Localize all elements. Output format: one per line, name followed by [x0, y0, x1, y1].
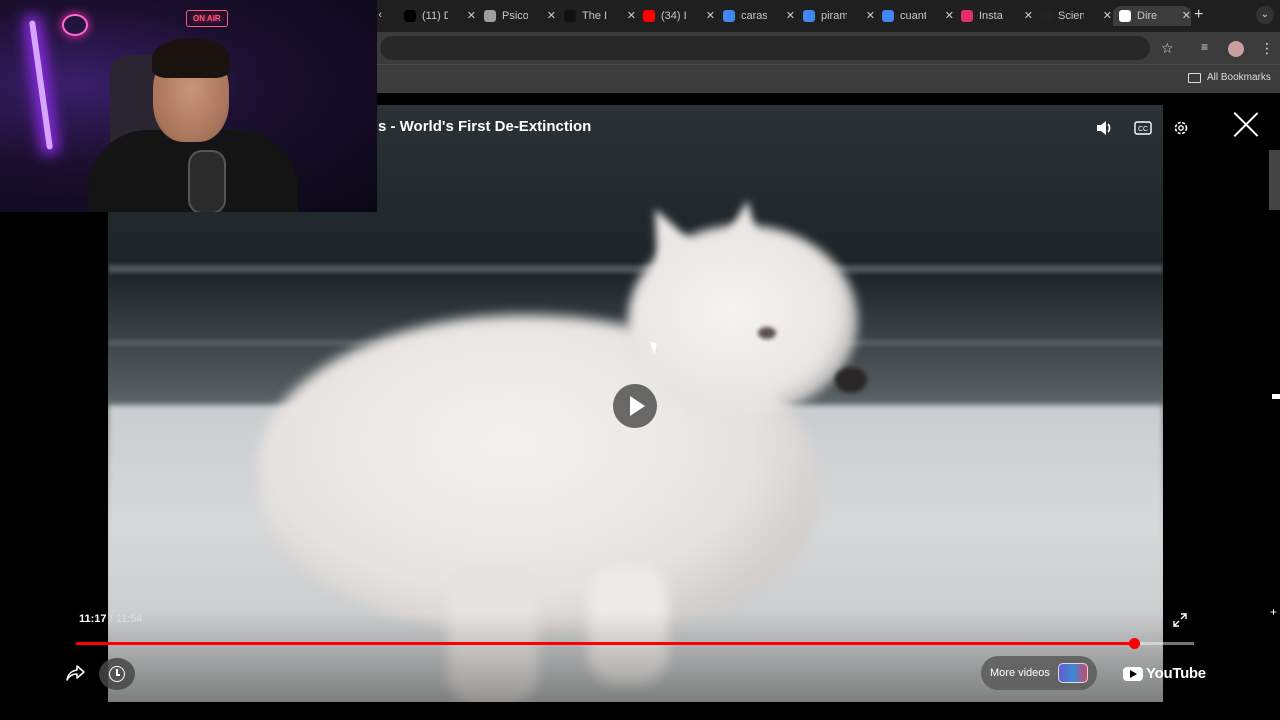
bookmark-star-icon[interactable]: ☆ — [1161, 40, 1174, 57]
profile-avatar-icon[interactable] — [1228, 41, 1244, 57]
google-icon — [882, 10, 894, 22]
x-icon — [404, 10, 416, 22]
youtube-wordmark: YouTube — [1146, 665, 1206, 682]
close-tab-icon[interactable]: ✕ — [1024, 9, 1033, 22]
fullscreen-button[interactable] — [1172, 612, 1190, 630]
edge-marker — [1272, 394, 1280, 399]
tab-title: Psico — [502, 10, 528, 22]
youtube-icon — [643, 10, 655, 22]
microphone-icon — [188, 150, 226, 212]
clock-icon — [109, 666, 125, 682]
tab-title: piram — [821, 10, 847, 22]
browser-tab[interactable]: caras ✕ — [717, 6, 795, 26]
time-display: 11:17 / 11:54 — [79, 613, 142, 625]
current-time: 11:17 — [79, 613, 107, 625]
folder-icon — [1188, 72, 1201, 83]
science-icon — [1040, 10, 1052, 22]
all-bookmarks-button[interactable]: All Bookmarks — [1188, 72, 1271, 83]
browser-tab[interactable]: The I ✕ — [558, 6, 636, 26]
svg-text:CC: CC — [1138, 126, 1148, 133]
globe-icon — [484, 10, 496, 22]
site-icon — [1119, 10, 1131, 22]
watch-later-button[interactable] — [99, 658, 135, 690]
tab-title: (34) I — [661, 10, 687, 22]
close-tab-icon[interactable]: ✕ — [706, 9, 715, 22]
tiktok-icon — [564, 10, 576, 22]
neon-light-strip — [28, 20, 54, 150]
browser-menu-icon[interactable]: ⋮ — [1260, 40, 1274, 57]
edge-plus-icon: + — [1270, 605, 1278, 619]
duration: 11:54 — [115, 613, 143, 625]
close-tab-icon[interactable]: ✕ — [547, 9, 556, 22]
play-button[interactable] — [613, 384, 657, 428]
volume-icon — [1097, 121, 1111, 135]
tab-title: (11) D — [422, 10, 448, 22]
tab-title: Scien — [1058, 10, 1084, 22]
close-tab-icon[interactable]: ✕ — [786, 9, 795, 22]
tab-title: Insta — [979, 10, 1003, 22]
browser-tab[interactable]: (34) I ✕ — [637, 6, 715, 26]
share-button[interactable] — [66, 664, 88, 684]
close-player-button[interactable] — [1232, 110, 1260, 138]
close-tab-icon[interactable]: ✕ — [627, 9, 636, 22]
omnibox-input[interactable] — [380, 36, 1150, 60]
google-icon — [723, 10, 735, 22]
youtube-play-icon — [1123, 666, 1143, 681]
closed-captions-icon: CC — [1134, 121, 1152, 135]
close-tab-icon[interactable]: ✕ — [945, 9, 954, 22]
more-videos-label: More videos — [990, 667, 1050, 679]
person-hair — [152, 38, 230, 78]
browser-tab[interactable]: (11) D ✕ — [398, 6, 476, 26]
more-videos-thumbnail — [1057, 663, 1088, 683]
close-tab-icon[interactable]: ✕ — [1103, 9, 1112, 22]
gear-icon — [1174, 121, 1188, 135]
scrubber-knob[interactable] — [1128, 638, 1140, 649]
video-title: s - World's First De-Extinction — [378, 118, 592, 135]
tab-title: Dire — [1137, 10, 1158, 22]
tab-title: The I — [582, 10, 608, 22]
browser-tab[interactable]: Insta ✕ — [955, 6, 1033, 26]
close-icon[interactable]: ‹ — [378, 9, 382, 21]
captions-button[interactable]: CC — [1133, 118, 1153, 138]
browser-tab[interactable]: piram ✕ — [797, 6, 875, 26]
google-icon — [803, 10, 815, 22]
neon-lips-sign-icon — [62, 14, 88, 36]
close-tab-icon[interactable]: ✕ — [467, 9, 476, 22]
new-tab-button[interactable]: + — [1194, 6, 1203, 24]
more-videos-button[interactable]: More videos — [981, 656, 1097, 690]
all-bookmarks-label: All Bookmarks — [1207, 72, 1271, 83]
browser-tab[interactable]: Psico ✕ — [478, 6, 556, 26]
settings-button[interactable] — [1171, 118, 1191, 138]
tab-search-button[interactable]: ⌄ — [1256, 6, 1274, 24]
tab-title: cuant — [900, 10, 926, 22]
progress-bar[interactable] — [76, 638, 1194, 649]
progress-fill — [76, 642, 1134, 645]
browser-tab[interactable]: cuant ✕ — [876, 6, 954, 26]
share-icon — [66, 665, 85, 681]
media-controls-icon[interactable]: ≡ — [1201, 40, 1208, 54]
youtube-logo[interactable]: YouTube — [1123, 665, 1206, 682]
on-air-sign: ON AIR — [186, 10, 228, 27]
tab-title: caras — [741, 10, 767, 22]
browser-tab[interactable]: Dire ✕ — [1113, 6, 1191, 26]
expand-icon — [1173, 613, 1187, 627]
webcam-overlay: ON AIR — [0, 0, 377, 212]
browser-tab[interactable]: Scien ✕ — [1034, 6, 1112, 26]
page-scrollbar[interactable] — [1269, 150, 1280, 210]
close-tab-icon[interactable]: ✕ — [866, 9, 875, 22]
volume-button[interactable] — [1095, 118, 1115, 138]
close-tab-icon[interactable]: ✕ — [1182, 9, 1191, 22]
instagram-icon — [961, 10, 973, 22]
